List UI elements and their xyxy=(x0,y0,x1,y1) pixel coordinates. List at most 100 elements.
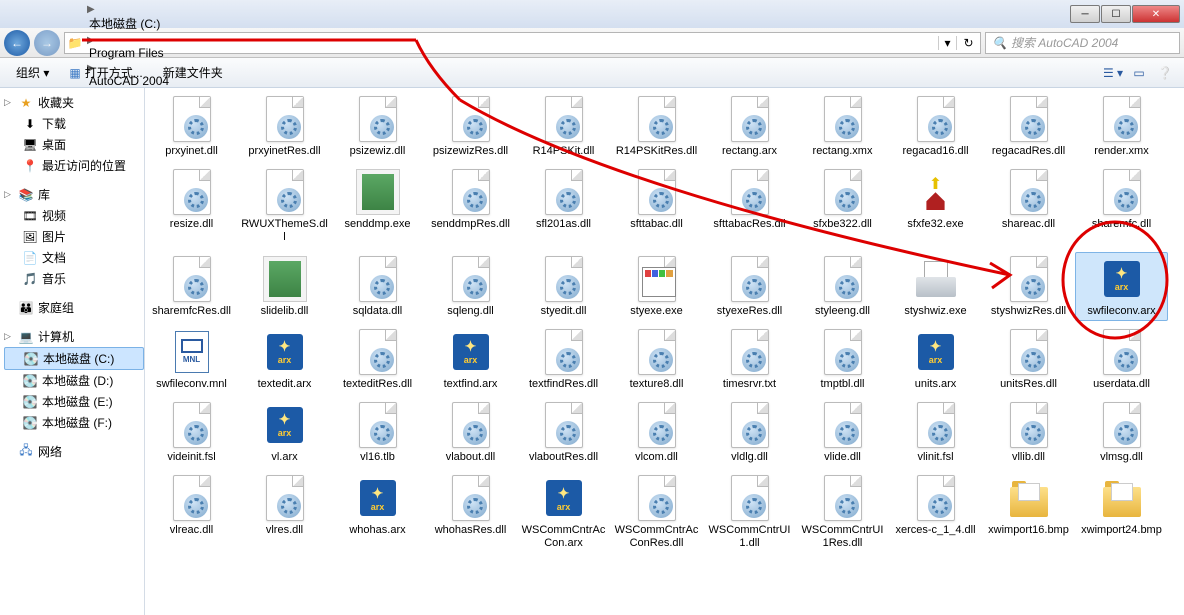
file-item[interactable]: vlinit.fsl xyxy=(889,398,982,467)
file-item[interactable]: sharemfc.dll xyxy=(1075,165,1168,247)
file-item[interactable]: rectang.xmx xyxy=(796,92,889,161)
file-item[interactable]: styshwizRes.dll xyxy=(982,252,1075,321)
file-item[interactable]: vldlg.dll xyxy=(703,398,796,467)
breadcrumb-segment[interactable]: Program Files xyxy=(85,46,173,60)
chevron-right-icon[interactable]: ▶ xyxy=(85,35,97,46)
file-item[interactable]: WSCommCntrUI1.dll xyxy=(703,471,796,553)
file-item[interactable]: senddmpRes.dll xyxy=(424,165,517,247)
navigation-sidebar[interactable]: ▷ ★ 收藏夹⬇ 下载🖥 桌面📍 最近访问的位置 ▷ 📚 库🎞 视频🖼 图片📄 文… xyxy=(0,88,145,615)
file-item[interactable]: timesrvr.txt xyxy=(703,325,796,394)
file-item[interactable]: prxyinet.dll xyxy=(145,92,238,161)
file-item[interactable]: senddmp.exe xyxy=(331,165,424,247)
help-button[interactable]: ❔ xyxy=(1154,62,1176,84)
file-item[interactable]: vlmsg.dll xyxy=(1075,398,1168,467)
file-item[interactable]: WSCommCntrAcConRes.dll xyxy=(610,471,703,553)
file-item[interactable]: xwimport24.bmp xyxy=(1075,471,1168,553)
file-item[interactable]: styshwiz.exe xyxy=(889,252,982,321)
open-with-button[interactable]: ▦ 打开方式... xyxy=(61,61,150,84)
file-item[interactable]: shareac.dll xyxy=(982,165,1075,247)
file-item[interactable]: vlcom.dll xyxy=(610,398,703,467)
file-item[interactable]: slidelib.dll xyxy=(238,252,331,321)
file-item[interactable]: prxyinetRes.dll xyxy=(238,92,331,161)
file-item[interactable]: regacad16.dll xyxy=(889,92,982,161)
sidebar-item[interactable]: 🎵 音乐 xyxy=(4,268,144,289)
sidebar-group-收藏夹[interactable]: ▷ ★ 收藏夹 xyxy=(4,92,144,113)
file-item[interactable]: userdata.dll xyxy=(1075,325,1168,394)
organize-button[interactable]: 组织 ▾ xyxy=(8,61,57,84)
file-item[interactable]: vllib.dll xyxy=(982,398,1075,467)
sidebar-item[interactable]: 🎞 视频 xyxy=(4,205,144,226)
file-item[interactable]: vlreac.dll xyxy=(145,471,238,553)
breadcrumb[interactable]: 📁 计算机▶本地磁盘 (C:)▶Program Files▶AutoCAD 20… xyxy=(64,32,981,54)
file-item[interactable]: ✦arx textfind.arx xyxy=(424,325,517,394)
file-item[interactable]: R14PSKit.dll xyxy=(517,92,610,161)
sidebar-group-网络[interactable]: 🖧 网络 xyxy=(4,441,144,462)
view-options-button[interactable]: ☰ ▾ xyxy=(1102,62,1124,84)
file-item[interactable]: ✦arx swfileconv.arx xyxy=(1075,252,1168,321)
file-item[interactable]: textfindRes.dll xyxy=(517,325,610,394)
sidebar-item[interactable]: 💽 本地磁盘 (D:) xyxy=(4,370,144,391)
file-item[interactable]: unitsRes.dll xyxy=(982,325,1075,394)
file-item[interactable]: psizewiz.dll xyxy=(331,92,424,161)
file-list-pane[interactable]: prxyinet.dll prxyinetRes.dll psizewiz.dl… xyxy=(145,88,1184,615)
file-item[interactable]: vlide.dll xyxy=(796,398,889,467)
sidebar-group-库[interactable]: ▷ 📚 库 xyxy=(4,184,144,205)
sidebar-item[interactable]: 📄 文档 xyxy=(4,247,144,268)
breadcrumb-segment[interactable]: 计算机 xyxy=(85,0,173,1)
file-item[interactable]: ⬆ sfxfe32.exe xyxy=(889,165,982,247)
file-item[interactable]: vlres.dll xyxy=(238,471,331,553)
file-item[interactable]: texteditRes.dll xyxy=(331,325,424,394)
file-item[interactable]: MNL swfileconv.mnl xyxy=(145,325,238,394)
window-maximize-button[interactable]: ☐ xyxy=(1101,5,1131,23)
file-item[interactable]: videinit.fsl xyxy=(145,398,238,467)
file-item[interactable]: styedit.dll xyxy=(517,252,610,321)
file-item[interactable]: psizewizRes.dll xyxy=(424,92,517,161)
file-item[interactable]: xerces-c_1_4.dll xyxy=(889,471,982,553)
window-minimize-button[interactable]: ─ xyxy=(1070,5,1100,23)
file-item[interactable]: tmptbl.dll xyxy=(796,325,889,394)
refresh-button[interactable]: ↻ xyxy=(956,36,980,50)
file-item[interactable]: sqleng.dll xyxy=(424,252,517,321)
new-folder-button[interactable]: 新建文件夹 xyxy=(155,61,231,84)
file-item[interactable]: vl16.tlb xyxy=(331,398,424,467)
file-item[interactable]: ✦arx units.arx xyxy=(889,325,982,394)
file-item[interactable]: ✦arx vl.arx xyxy=(238,398,331,467)
file-item[interactable]: ✦arx WSCommCntrAcCon.arx xyxy=(517,471,610,553)
file-item[interactable]: sqldata.dll xyxy=(331,252,424,321)
sidebar-item[interactable]: 💽 本地磁盘 (F:) xyxy=(4,412,144,433)
sidebar-item[interactable]: 💽 本地磁盘 (C:) xyxy=(4,347,144,370)
file-item[interactable]: whohasRes.dll xyxy=(424,471,517,553)
file-item[interactable]: WSCommCntrUI1Res.dll xyxy=(796,471,889,553)
sidebar-group-家庭组[interactable]: 👪 家庭组 xyxy=(4,297,144,318)
sidebar-item[interactable]: ⬇ 下载 xyxy=(4,113,144,134)
file-item[interactable]: vlaboutRes.dll xyxy=(517,398,610,467)
sidebar-item[interactable]: 🖥 桌面 xyxy=(4,134,144,155)
nav-back-button[interactable]: ← xyxy=(4,30,30,56)
chevron-right-icon[interactable]: ▶ xyxy=(85,4,97,15)
file-item[interactable]: render.xmx xyxy=(1075,92,1168,161)
breadcrumb-segment[interactable]: 本地磁盘 (C:) xyxy=(85,15,173,32)
breadcrumb-dropdown[interactable]: ▾ xyxy=(938,36,956,50)
file-item[interactable]: resize.dll xyxy=(145,165,238,247)
file-item[interactable]: R14PSKitRes.dll xyxy=(610,92,703,161)
file-item[interactable]: ✦arx whohas.arx xyxy=(331,471,424,553)
file-item[interactable]: vlabout.dll xyxy=(424,398,517,467)
nav-forward-button[interactable]: → xyxy=(34,30,60,56)
file-item[interactable]: ✦arx textedit.arx xyxy=(238,325,331,394)
preview-pane-button[interactable]: ▭ xyxy=(1128,62,1150,84)
sidebar-item[interactable]: 🖼 图片 xyxy=(4,226,144,247)
file-item[interactable]: sfl201as.dll xyxy=(517,165,610,247)
file-item[interactable]: styexeRes.dll xyxy=(703,252,796,321)
sidebar-item[interactable]: 💽 本地磁盘 (E:) xyxy=(4,391,144,412)
file-item[interactable]: sfttabacRes.dll xyxy=(703,165,796,247)
file-item[interactable]: texture8.dll xyxy=(610,325,703,394)
search-input[interactable]: 🔍 搜索 AutoCAD 2004 xyxy=(985,32,1180,54)
window-close-button[interactable]: ✕ xyxy=(1132,5,1180,23)
file-item[interactable]: xwimport16.bmp xyxy=(982,471,1075,553)
sidebar-group-计算机[interactable]: ▷ 💻 计算机 xyxy=(4,326,144,347)
file-item[interactable]: styexe.exe xyxy=(610,252,703,321)
file-item[interactable]: regacadRes.dll xyxy=(982,92,1075,161)
sidebar-item[interactable]: 📍 最近访问的位置 xyxy=(4,155,144,176)
file-item[interactable]: RWUXThemeS.dll xyxy=(238,165,331,247)
file-item[interactable]: sharemfcRes.dll xyxy=(145,252,238,321)
